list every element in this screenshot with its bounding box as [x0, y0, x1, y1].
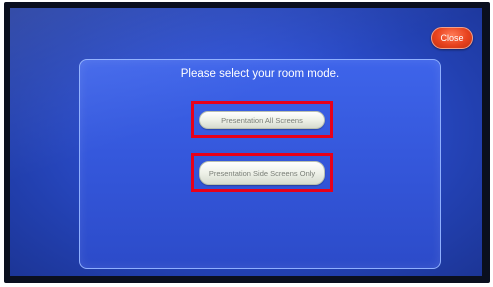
photo-stage: Close Please select your room mode. Pres…: [0, 0, 493, 287]
panel-title: Please select your room mode.: [180, 68, 340, 80]
presentation-side-screens-only-button[interactable]: Presentation Side Screens Only: [199, 161, 325, 185]
room-mode-panel: Please select your room mode. Presentati…: [79, 59, 441, 269]
highlight-frame: Presentation Side Screens Only: [191, 153, 333, 192]
close-button[interactable]: Close: [431, 27, 473, 49]
highlight-frame: Presentation All Screens: [191, 101, 333, 138]
touch-screen: Close Please select your room mode. Pres…: [10, 8, 482, 276]
presentation-all-screens-button[interactable]: Presentation All Screens: [199, 111, 325, 129]
